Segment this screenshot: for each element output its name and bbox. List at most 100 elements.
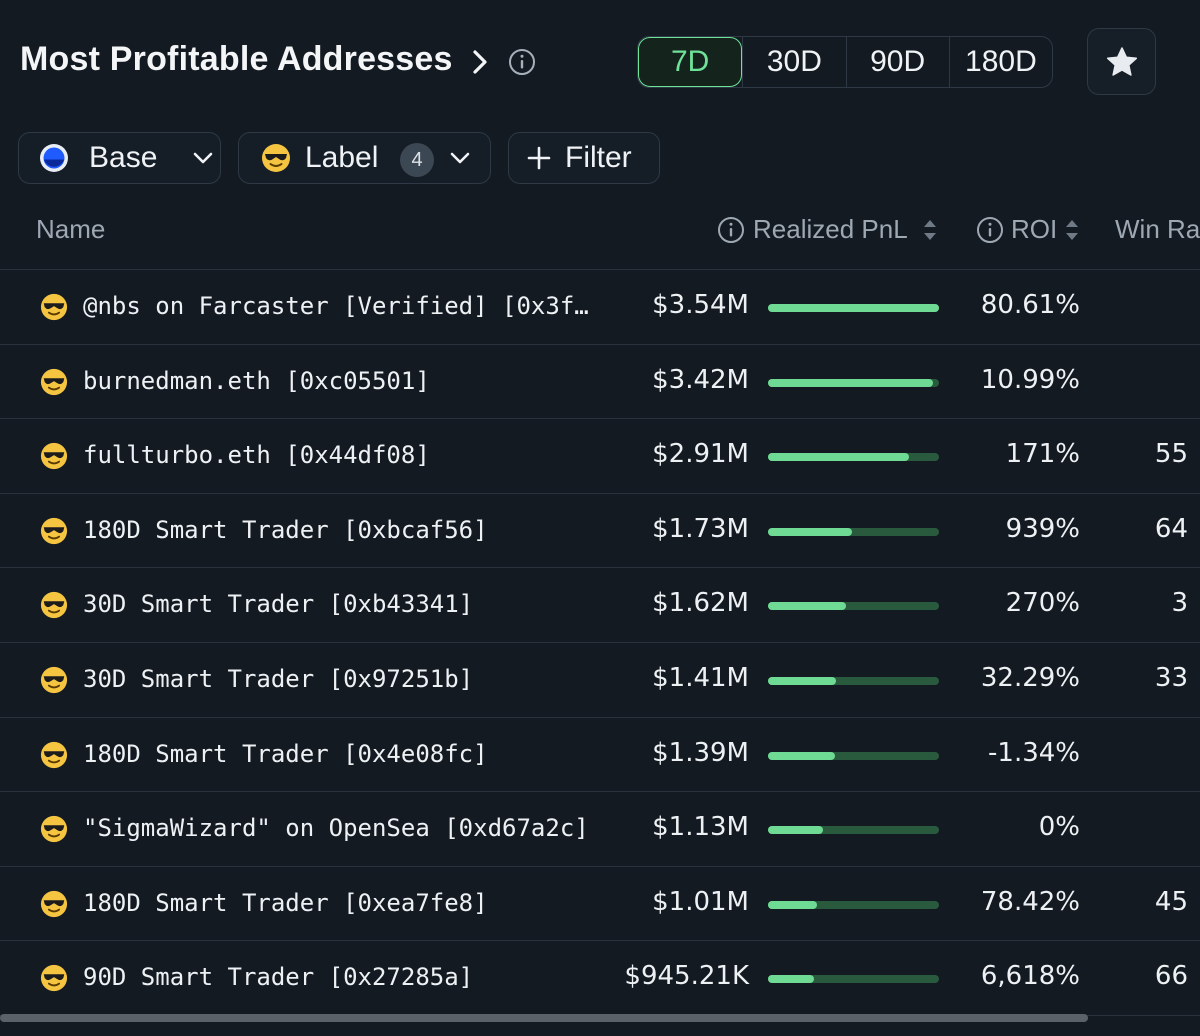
sunglasses-emoji-icon bbox=[40, 592, 68, 619]
column-header-win-rate[interactable]: Win Ra bbox=[1115, 214, 1200, 245]
roi-value: 171% bbox=[1005, 439, 1080, 470]
address-name[interactable]: 180D Smart Trader [0xbcaf56] bbox=[83, 516, 593, 544]
pnl-bar bbox=[768, 900, 939, 909]
pnl-bar-fill bbox=[768, 527, 852, 536]
pnl-bar bbox=[768, 751, 939, 760]
sunglasses-emoji-icon bbox=[40, 368, 68, 395]
pnl-bar-fill bbox=[768, 304, 939, 312]
period-180d-button[interactable]: 180D bbox=[948, 37, 1052, 87]
chevron-down-icon bbox=[450, 152, 470, 164]
pnl-bar-fill bbox=[768, 975, 814, 984]
star-icon bbox=[1106, 46, 1137, 76]
address-name[interactable]: @nbs on Farcaster [Verified] [0x3f7e0b] bbox=[83, 292, 593, 320]
address-name[interactable]: 180D Smart Trader [0xea7fe8] bbox=[83, 889, 593, 917]
address-name[interactable]: "SigmaWizard" on OpenSea [0xd67a2c] bbox=[83, 814, 593, 842]
sort-icon[interactable] bbox=[1063, 216, 1081, 244]
favorite-button[interactable] bbox=[1087, 28, 1156, 95]
pnl-bar-fill bbox=[768, 602, 847, 611]
label-filter-label: Label bbox=[305, 141, 379, 174]
add-filter-label: Filter bbox=[565, 141, 632, 174]
pnl-bar bbox=[768, 378, 939, 387]
period-30d-button[interactable]: 30D bbox=[742, 37, 845, 87]
roi-value: -1.34% bbox=[988, 737, 1080, 768]
table-header: Name Realized PnL ROI Win Ra bbox=[0, 200, 1200, 270]
address-name[interactable]: 90D Smart Trader [0x27285a] bbox=[83, 963, 593, 991]
sunglasses-emoji-icon bbox=[40, 293, 68, 321]
sunglasses-emoji-icon bbox=[40, 965, 68, 992]
address-name[interactable]: burnedman.eth [0xc05501] bbox=[83, 367, 593, 395]
address-name[interactable]: 30D Smart Trader [0x97251b] bbox=[83, 665, 593, 693]
address-name[interactable]: 180D Smart Trader [0x4e08fc] bbox=[83, 740, 593, 768]
roi-value: 270% bbox=[1005, 588, 1080, 619]
roi-value: 78.42% bbox=[980, 886, 1080, 917]
table-row[interactable]: 30D Smart Trader [0xb43341] $1.62M 270% … bbox=[0, 568, 1200, 643]
realized-pnl-value: $1.13M bbox=[652, 812, 749, 843]
chain-filter-label: Base bbox=[89, 141, 158, 174]
pnl-bar bbox=[768, 453, 939, 462]
period-90d-button[interactable]: 90D bbox=[845, 37, 949, 87]
table-row[interactable]: fullturbo.eth [0x44df08] $2.91M 171% 55 bbox=[0, 419, 1200, 494]
chevron-right-icon[interactable] bbox=[470, 49, 490, 75]
period-selector: 7D 30D 90D 180D bbox=[637, 36, 1053, 88]
roi-value: 10.99% bbox=[980, 364, 1080, 395]
table-row[interactable]: 30D Smart Trader [0x97251b] $1.41M 32.29… bbox=[0, 643, 1200, 718]
add-filter-button[interactable]: Filter bbox=[508, 132, 660, 184]
win-rate-value: 45 bbox=[1154, 886, 1188, 917]
column-header-roi[interactable]: ROI bbox=[1011, 214, 1057, 245]
pnl-bar-fill bbox=[768, 453, 909, 462]
realized-pnl-value: $2.91M bbox=[652, 439, 749, 470]
sunglasses-emoji-icon bbox=[40, 666, 68, 694]
plus-icon bbox=[527, 146, 551, 170]
roi-value: 6,618% bbox=[980, 961, 1080, 992]
pnl-bar bbox=[768, 826, 939, 835]
roi-value: 80.61% bbox=[980, 290, 1080, 320]
column-header-name[interactable]: Name bbox=[36, 214, 105, 245]
table-row[interactable]: "SigmaWizard" on OpenSea [0xd67a2c] $1.1… bbox=[0, 792, 1200, 867]
pnl-bar bbox=[768, 527, 939, 536]
win-rate-value: 66 bbox=[1154, 961, 1188, 992]
page-header: Most Profitable Addresses 7D 30D 90D 180… bbox=[0, 0, 1200, 120]
pnl-bar-fill bbox=[768, 900, 817, 909]
pnl-bar-fill bbox=[768, 676, 837, 685]
win-rate-value: 3 bbox=[1171, 588, 1188, 619]
realized-pnl-value: $3.42M bbox=[652, 364, 749, 395]
win-rate-value: 64 bbox=[1154, 513, 1188, 544]
period-7d-button[interactable]: 7D bbox=[638, 37, 743, 87]
info-icon[interactable] bbox=[508, 48, 536, 76]
sunglasses-emoji-icon bbox=[40, 517, 68, 544]
pnl-bar bbox=[768, 304, 939, 312]
table-row[interactable]: burnedman.eth [0xc05501] $3.42M 10.99% bbox=[0, 345, 1200, 420]
address-name[interactable]: 30D Smart Trader [0xb43341] bbox=[83, 590, 593, 618]
pnl-bar-fill bbox=[768, 826, 823, 835]
win-rate-value: 55 bbox=[1154, 439, 1188, 470]
win-rate-value: 33 bbox=[1154, 662, 1188, 693]
table-row[interactable]: 180D Smart Trader [0xbcaf56] $1.73M 939%… bbox=[0, 494, 1200, 569]
realized-pnl-value: $1.01M bbox=[652, 886, 749, 917]
label-filter-dropdown[interactable]: Label 4 bbox=[238, 132, 491, 184]
info-icon[interactable] bbox=[976, 216, 1004, 244]
pnl-bar bbox=[768, 676, 939, 685]
horizontal-scrollbar[interactable] bbox=[0, 1014, 1088, 1022]
realized-pnl-value: $1.39M bbox=[652, 737, 749, 768]
pnl-bar bbox=[768, 602, 939, 611]
chevron-down-icon bbox=[193, 152, 213, 164]
page-title[interactable]: Most Profitable Addresses bbox=[20, 40, 453, 79]
column-header-realized-pnl[interactable]: Realized PnL bbox=[753, 214, 908, 245]
realized-pnl-value: $1.41M bbox=[652, 662, 749, 693]
label-count-badge: 4 bbox=[400, 143, 434, 177]
chain-filter-dropdown[interactable]: Base bbox=[18, 132, 221, 184]
realized-pnl-value: $1.73M bbox=[652, 513, 749, 544]
realized-pnl-value: $3.54M bbox=[652, 290, 749, 320]
realized-pnl-value: $945.21K bbox=[624, 961, 749, 992]
sunglasses-emoji-icon bbox=[40, 890, 68, 917]
realized-pnl-value: $1.62M bbox=[652, 588, 749, 619]
roi-value: 939% bbox=[1005, 513, 1080, 544]
sort-icon[interactable] bbox=[921, 216, 939, 244]
table-row[interactable]: @nbs on Farcaster [Verified] [0x3f7e0b] … bbox=[0, 270, 1200, 345]
table-row[interactable]: 90D Smart Trader [0x27285a] $945.21K 6,6… bbox=[0, 941, 1200, 1016]
address-name[interactable]: fullturbo.eth [0x44df08] bbox=[83, 441, 593, 469]
table-row[interactable]: 180D Smart Trader [0xea7fe8] $1.01M 78.4… bbox=[0, 867, 1200, 942]
sunglasses-emoji-icon bbox=[40, 741, 68, 768]
info-icon[interactable] bbox=[717, 216, 745, 244]
table-row[interactable]: 180D Smart Trader [0x4e08fc] $1.39M -1.3… bbox=[0, 718, 1200, 793]
